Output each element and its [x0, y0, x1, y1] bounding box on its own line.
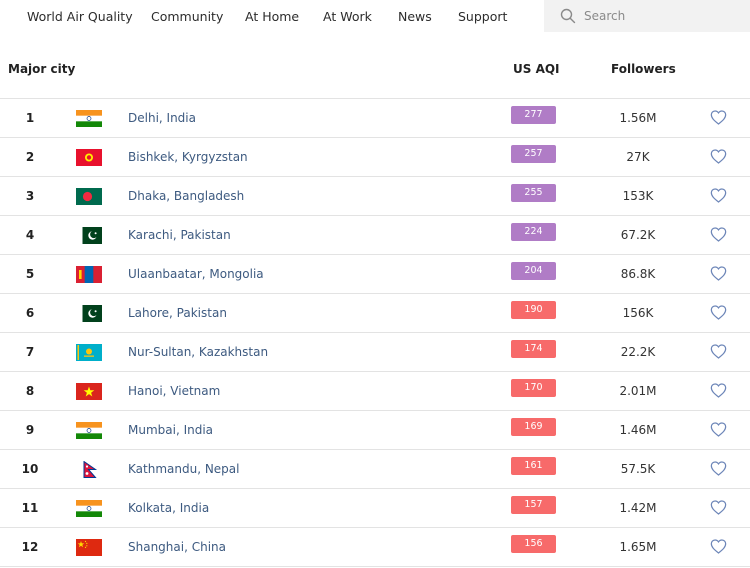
aqi-badge: 174	[511, 340, 556, 358]
heart-icon[interactable]	[710, 227, 727, 242]
aqi-badge: 257	[511, 145, 556, 163]
table-row[interactable]: 9 Mumbai, India 169 1.46M	[0, 410, 750, 449]
heart-icon[interactable]	[710, 422, 727, 437]
city-link[interactable]: Hanoi, Vietnam	[128, 384, 220, 398]
rank-number: 12	[21, 540, 39, 554]
rank-number: 2	[25, 150, 35, 164]
heart-icon[interactable]	[710, 383, 727, 398]
followers-count: 2.01M	[619, 384, 657, 398]
header-followers[interactable]: Followers	[611, 62, 676, 76]
city-link[interactable]: Dhaka, Bangladesh	[128, 189, 244, 203]
city-link[interactable]: Karachi, Pakistan	[128, 228, 231, 242]
aqi-badge: 224	[511, 223, 556, 241]
aqi-badge: 169	[511, 418, 556, 436]
aqi-badge: 161	[511, 457, 556, 475]
followers-count: 1.65M	[619, 540, 657, 554]
rank-number: 11	[21, 501, 39, 515]
header-us-aqi[interactable]: US AQI	[513, 62, 560, 76]
nav-at-home[interactable]: At Home	[245, 9, 299, 24]
followers-count: 86.8K	[620, 267, 656, 281]
heart-icon[interactable]	[710, 266, 727, 281]
followers-count: 57.5K	[620, 462, 656, 476]
city-link[interactable]: Shanghai, China	[128, 540, 226, 554]
flag-icon	[76, 500, 102, 517]
followers-count: 156K	[622, 306, 654, 320]
followers-count: 1.42M	[619, 501, 657, 515]
followers-count: 22.2K	[620, 345, 656, 359]
rank-number: 5	[25, 267, 35, 281]
search-box[interactable]	[544, 0, 750, 32]
city-link[interactable]: Nur-Sultan, Kazakhstan	[128, 345, 268, 359]
aqi-badge: 277	[511, 106, 556, 124]
city-link[interactable]: Delhi, India	[128, 111, 196, 125]
table-row[interactable]: 6 Lahore, Pakistan 190 156K	[0, 293, 750, 332]
followers-count: 27K	[626, 150, 650, 164]
aqi-badge: 255	[511, 184, 556, 202]
city-link[interactable]: Mumbai, India	[128, 423, 213, 437]
city-link[interactable]: Lahore, Pakistan	[128, 306, 227, 320]
aqi-badge: 157	[511, 496, 556, 514]
table-row[interactable]: 8 Hanoi, Vietnam 170 2.01M	[0, 371, 750, 410]
table-row[interactable]: 3 Dhaka, Bangladesh 255 153K	[0, 176, 750, 215]
heart-icon[interactable]	[710, 344, 727, 359]
search-input[interactable]	[584, 7, 744, 25]
rank-number: 8	[25, 384, 35, 398]
rank-number: 7	[25, 345, 35, 359]
flag-icon	[76, 422, 102, 439]
followers-count: 1.46M	[619, 423, 657, 437]
rank-number: 4	[25, 228, 35, 242]
table-row[interactable]: 5 Ulaanbaatar, Mongolia 204 86.8K	[0, 254, 750, 293]
nav-support[interactable]: Support	[458, 9, 507, 24]
city-link[interactable]: Ulaanbaatar, Mongolia	[128, 267, 264, 281]
header-major-city[interactable]: Major city	[8, 62, 75, 76]
nav-community[interactable]: Community	[151, 9, 223, 24]
rank-number: 9	[25, 423, 35, 437]
flag-icon	[76, 539, 102, 556]
table-row[interactable]: 10 Kathmandu, Nepal 161 57.5K	[0, 449, 750, 488]
flag-icon	[76, 110, 102, 127]
heart-icon[interactable]	[710, 305, 727, 320]
rank-number: 1	[25, 111, 35, 125]
followers-count: 153K	[622, 189, 654, 203]
rank-number: 3	[25, 189, 35, 203]
followers-count: 1.56M	[619, 111, 657, 125]
aqi-badge: 156	[511, 535, 556, 553]
aqi-badge: 190	[511, 301, 556, 319]
nav-world-air-quality[interactable]: World Air Quality	[27, 9, 133, 24]
table-row[interactable]: 4 Karachi, Pakistan 224 67.2K	[0, 215, 750, 254]
city-ranking-table: 1 Delhi, India 277 1.56M 2 Bishkek, Kyrgyzsta…	[0, 98, 750, 567]
heart-icon[interactable]	[710, 461, 727, 476]
city-link[interactable]: Kolkata, India	[128, 501, 209, 515]
flag-icon	[76, 383, 102, 400]
heart-icon[interactable]	[710, 110, 727, 125]
flag-icon	[76, 461, 102, 478]
search-icon	[560, 8, 576, 24]
top-nav: World Air Quality Community At Home At W…	[0, 0, 750, 33]
aqi-badge: 170	[511, 379, 556, 397]
heart-icon[interactable]	[710, 149, 727, 164]
table-row[interactable]: 7 Nur-Sultan, Kazakhstan 174 22.2K	[0, 332, 750, 371]
flag-icon	[76, 305, 102, 322]
nav-news[interactable]: News	[398, 9, 432, 24]
rank-number: 10	[21, 462, 39, 476]
flag-icon	[76, 266, 102, 283]
flag-icon	[76, 344, 102, 361]
flag-icon	[76, 149, 102, 166]
table-row[interactable]: 2 Bishkek, Kyrgyzstan 257 27K	[0, 137, 750, 176]
heart-icon[interactable]	[710, 500, 727, 515]
table-row[interactable]: 1 Delhi, India 277 1.56M	[0, 98, 750, 137]
nav-at-work[interactable]: At Work	[323, 9, 372, 24]
heart-icon[interactable]	[710, 188, 727, 203]
city-link[interactable]: Kathmandu, Nepal	[128, 462, 240, 476]
table-row[interactable]: 11 Kolkata, India 157 1.42M	[0, 488, 750, 527]
city-link[interactable]: Bishkek, Kyrgyzstan	[128, 150, 248, 164]
flag-icon	[76, 188, 102, 205]
aqi-badge: 204	[511, 262, 556, 280]
flag-icon	[76, 227, 102, 244]
table-row[interactable]: 12 Shanghai, China 156 1.65M	[0, 527, 750, 567]
followers-count: 67.2K	[620, 228, 656, 242]
rank-number: 6	[25, 306, 35, 320]
heart-icon[interactable]	[710, 539, 727, 554]
